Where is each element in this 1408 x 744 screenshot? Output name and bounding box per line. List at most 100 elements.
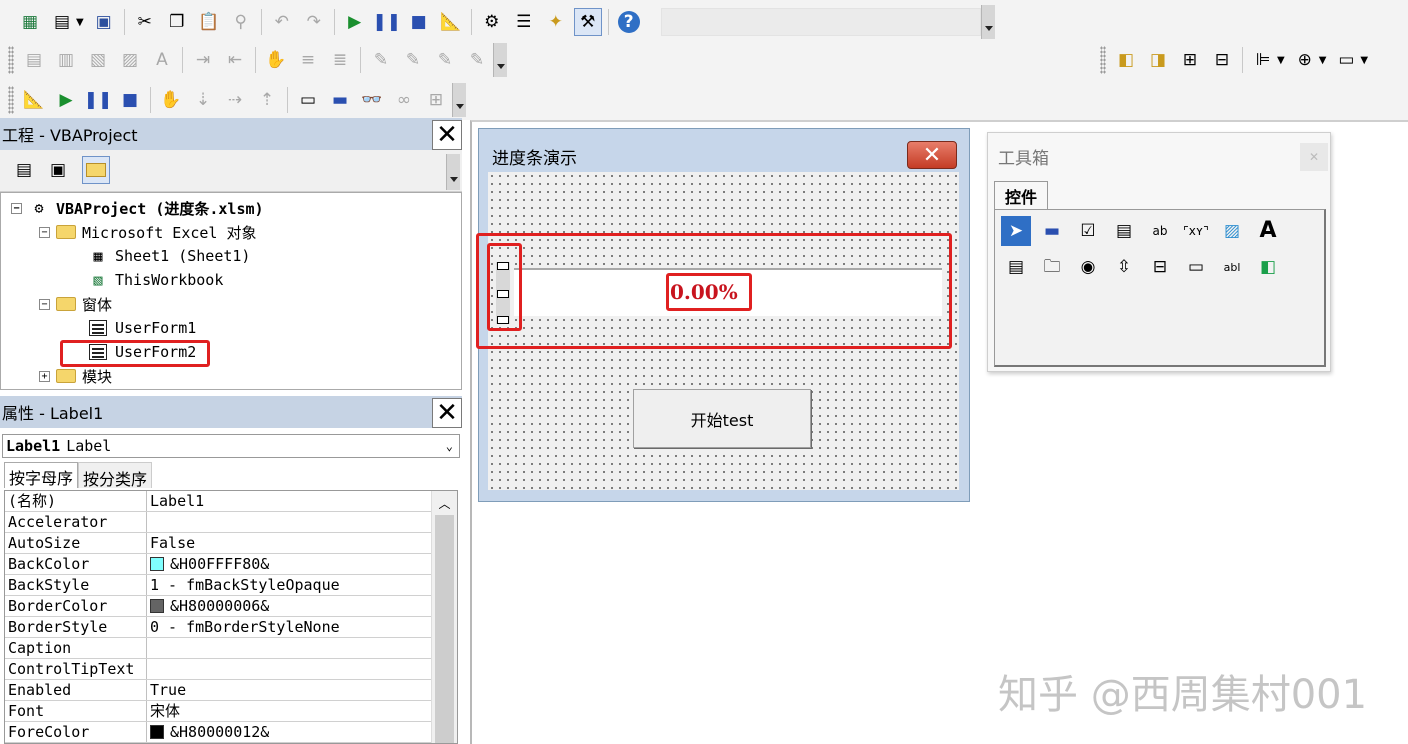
copy-icon[interactable]: ❐ <box>163 8 191 36</box>
align-icon[interactable]: ⊫ <box>1249 46 1277 74</box>
uncomment-block-icon[interactable]: ≣ <box>326 46 354 74</box>
find-icon[interactable]: ⚲ <box>227 8 255 36</box>
design-mode-icon[interactable]: 📐 <box>20 86 48 114</box>
property-value[interactable]: 0 - fmBorderStyleNone <box>147 617 431 637</box>
close-icon[interactable]: ✕ <box>432 398 462 428</box>
bookmark-icon[interactable]: ✎ <box>367 46 395 74</box>
label-icon[interactable]: ▬ <box>1037 216 1067 246</box>
center-icon[interactable]: ⊕ <box>1291 46 1319 74</box>
comment-block-icon[interactable]: ≡ <box>294 46 322 74</box>
toolbar-grip[interactable] <box>1100 46 1106 74</box>
pause-icon[interactable]: ❚❚ <box>84 86 113 114</box>
close-icon[interactable]: ✕ <box>432 120 462 150</box>
ungroup-icon[interactable]: ⊟ <box>1208 46 1236 74</box>
view-object-icon[interactable]: ▣ <box>44 156 72 184</box>
paste-icon[interactable]: 📋 <box>195 8 223 36</box>
collapse-icon[interactable]: − <box>39 226 50 238</box>
combobox-icon[interactable]: ▤ <box>1109 216 1139 246</box>
toolbar-options-button[interactable] <box>493 43 507 77</box>
tree-node-forms[interactable]: − 窗体 <box>39 292 112 316</box>
send-to-back-icon[interactable]: ◨ <box>1144 46 1172 74</box>
property-row[interactable]: BorderColor &H80000006& <box>5 596 431 617</box>
excel-icon[interactable]: ▦ <box>16 8 44 36</box>
redo-icon[interactable]: ↷ <box>300 8 328 36</box>
textbox-icon[interactable]: ab <box>1145 216 1175 246</box>
toolbox-icon[interactable]: ⚒ <box>573 8 602 36</box>
start-test-button[interactable]: 开始test <box>633 389 811 448</box>
property-value[interactable]: 1 - fmBackStyleOpaque <box>147 575 431 595</box>
chevron-down-icon[interactable]: ▼ <box>1319 55 1327 66</box>
complete-word-icon[interactable]: A <box>148 46 176 74</box>
help-icon[interactable]: ? <box>615 8 643 36</box>
close-icon[interactable]: ✕ <box>1300 143 1328 171</box>
property-row[interactable]: Font 宋体 <box>5 701 431 722</box>
tab-controls[interactable]: 控件 <box>994 181 1049 210</box>
chevron-down-icon[interactable]: ▼ <box>1277 55 1285 66</box>
close-icon[interactable]: ✕ <box>907 141 957 169</box>
property-value[interactable]: Label1 <box>147 491 431 511</box>
bring-to-front-icon[interactable]: ◧ <box>1112 46 1140 74</box>
multipage-icon[interactable]: 🗀 <box>1037 252 1067 282</box>
stop-icon[interactable]: ■ <box>405 8 433 36</box>
quick-info-icon[interactable]: ▧ <box>84 46 112 74</box>
frame-icon[interactable]: ⌜xʏ⌝ <box>1181 216 1211 246</box>
call-stack-icon[interactable]: ⊞ <box>422 86 450 114</box>
property-row[interactable]: Accelerator <box>5 512 431 533</box>
quick-watch-icon[interactable]: ∞ <box>390 86 418 114</box>
property-value[interactable]: True <box>147 680 431 700</box>
collapse-icon[interactable]: − <box>39 298 50 310</box>
scroll-thumb[interactable] <box>435 515 454 743</box>
toolbar-grip[interactable] <box>8 86 14 114</box>
property-row[interactable]: BorderStyle 0 - fmBorderStyleNone <box>5 617 431 638</box>
tree-node-vbaproject[interactable]: − ⚙ VBAProject (进度条.xlsm) <box>11 196 264 220</box>
toolbar-options-button[interactable] <box>452 83 466 117</box>
properties-icon[interactable]: ☰ <box>510 8 538 36</box>
undo-icon[interactable]: ↶ <box>268 8 296 36</box>
make-same-size-icon[interactable]: ▭ <box>1332 46 1360 74</box>
run-icon[interactable]: ▶ <box>341 8 369 36</box>
property-row[interactable]: (名称) Label1 <box>5 491 431 512</box>
object-select[interactable]: Label1 Label ⌄ <box>2 434 460 458</box>
indent-icon[interactable]: ⇥ <box>189 46 217 74</box>
toggle-folders-icon[interactable] <box>82 156 110 184</box>
watch-window-icon[interactable]: 👓 <box>358 86 386 114</box>
step-into-icon[interactable]: ⇣ <box>189 86 217 114</box>
property-row[interactable]: Caption <box>5 638 431 659</box>
step-out-icon[interactable]: ⇡ <box>253 86 281 114</box>
outdent-icon[interactable]: ⇤ <box>221 46 249 74</box>
property-value[interactable]: &H00FFFF80& <box>147 554 431 574</box>
prev-bookmark-icon[interactable]: ✎ <box>431 46 459 74</box>
project-explorer-icon[interactable]: ⚙ <box>478 8 506 36</box>
property-value[interactable]: False <box>147 533 431 553</box>
collapse-icon[interactable]: − <box>11 202 22 214</box>
object-browser-icon[interactable]: ✦ <box>542 8 570 36</box>
chevron-down-icon[interactable]: ▼ <box>76 17 84 28</box>
view-object-icon[interactable]: ▤ <box>48 8 76 36</box>
expand-icon[interactable]: + <box>39 370 50 382</box>
pointer-icon[interactable]: ➤ <box>1001 216 1031 246</box>
immediate-window-icon[interactable]: ▬ <box>326 86 354 114</box>
toolbar-grip[interactable] <box>8 46 14 74</box>
optionbutton-icon[interactable]: ◉ <box>1073 252 1103 282</box>
tabstrip-icon[interactable]: ⊟ <box>1145 252 1175 282</box>
locals-window-icon[interactable]: ▭ <box>294 86 322 114</box>
tree-node-thisworkbook[interactable]: ▧ ThisWorkbook <box>87 268 223 292</box>
listbox-icon[interactable]: ▤ <box>1001 252 1031 282</box>
chevron-down-icon[interactable]: ▼ <box>1360 55 1368 66</box>
group-icon[interactable]: ⊞ <box>1176 46 1204 74</box>
save-icon[interactable]: ▣ <box>90 8 118 36</box>
tab-alphabetic[interactable]: 按字母序 <box>4 462 79 488</box>
property-value[interactable] <box>147 659 431 679</box>
property-row[interactable]: BackColor &H00FFFF80& <box>5 554 431 575</box>
property-value[interactable]: &H80000012& <box>147 722 431 742</box>
property-value[interactable]: 宋体 <box>147 701 431 721</box>
tree-node-sheet1[interactable]: ▦ Sheet1 (Sheet1) <box>87 244 250 268</box>
tab-categorized[interactable]: 按分类序 <box>78 462 153 489</box>
run-icon[interactable]: ▶ <box>52 86 80 114</box>
property-row[interactable]: ForeColor &H80000012& <box>5 722 431 743</box>
toggle-breakpoint-icon[interactable]: ✋ <box>157 86 185 114</box>
list-properties-icon[interactable]: ▤ <box>20 46 48 74</box>
clear-bookmarks-icon[interactable]: ✎ <box>463 46 491 74</box>
tree-node-modules[interactable]: + 模块 <box>39 364 112 388</box>
property-row[interactable]: AutoSize False <box>5 533 431 554</box>
